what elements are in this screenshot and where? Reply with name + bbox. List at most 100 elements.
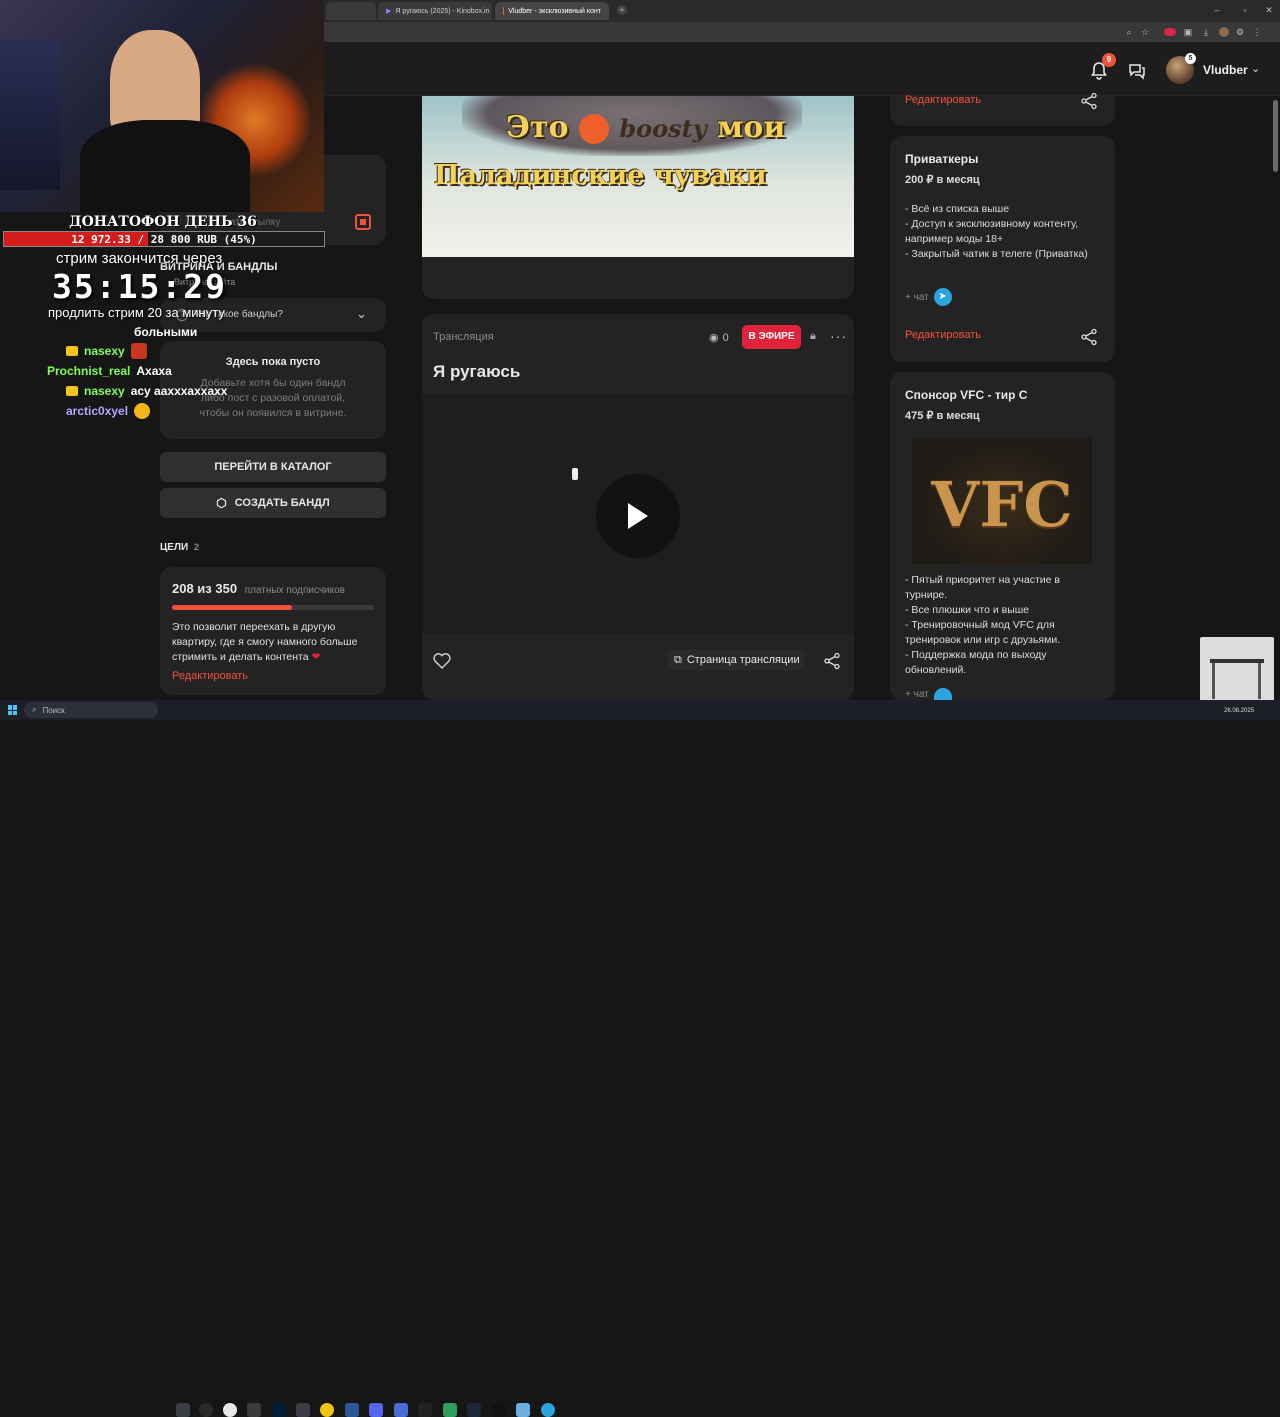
minimize-icon[interactable]: – [1212, 5, 1222, 15]
zoom-icon[interactable]: ⌕ [1124, 27, 1134, 37]
button-label: ПЕРЕЙТИ В КАТАЛОГ [214, 461, 332, 473]
tier-desc-line: - Пятый приоритет на участие в турнире. [905, 574, 1061, 601]
goal-edit-link[interactable]: Редактировать [172, 670, 248, 682]
donation-progress-text: 12 972.33 / 28 800 RUB (45%) [71, 233, 257, 246]
stream-page-button[interactable]: ⧉ Страница трансляции [668, 649, 804, 671]
app-icon[interactable] [369, 1403, 383, 1417]
tier-desc-line: - Закрытый чатик в телеге (Приватка) [905, 248, 1088, 260]
close-window-icon[interactable]: ✕ [1264, 5, 1274, 15]
settings-icon[interactable]: ⚙ [1235, 27, 1245, 37]
stream-timer: 35:15:29 [52, 267, 227, 306]
chat-text: асу аахххаххахх [130, 384, 228, 398]
chat-message: nasexy [66, 341, 246, 361]
share-icon[interactable] [1080, 92, 1098, 110]
post-type-label: Трансляция [433, 331, 494, 343]
browser-tab-kinobox[interactable]: ▶ Я ругаюсь (2025) - Kinobox.in [378, 2, 492, 20]
telegram-icon[interactable]: ➤ [933, 288, 952, 306]
chat-username: arctic0xyel [66, 404, 129, 418]
search-placeholder: Поиск [42, 705, 65, 715]
bookmark-star-icon[interactable]: ☆ [1140, 27, 1150, 37]
photoshop-icon[interactable] [272, 1403, 286, 1417]
chrome-icon[interactable] [320, 1403, 334, 1417]
tier-card-privatkery: Приваткеры 200 ₽ в месяц - Всё из списка… [890, 136, 1115, 362]
user-avatar[interactable]: 5 [1166, 53, 1196, 84]
messages-icon[interactable] [1126, 60, 1148, 82]
tier-card-top: Редактировать [890, 92, 1115, 126]
app-icon[interactable] [247, 1403, 261, 1417]
app-icon[interactable] [516, 1403, 530, 1417]
share-icon[interactable] [823, 652, 841, 670]
lock-icon[interactable]: 🔒︎ [810, 330, 816, 343]
windows-start-icon[interactable] [8, 705, 18, 715]
username[interactable]: Vludber [1203, 63, 1248, 77]
tier-edit-link[interactable]: Редактировать [905, 329, 981, 341]
new-tab-icon[interactable]: + [617, 5, 627, 15]
box-icon: ⬡ [216, 496, 227, 510]
goals-title: ЦЕЛИ 2 [160, 542, 199, 553]
extension-icon[interactable] [1164, 28, 1176, 36]
goals-label: ЦЕЛИ [160, 542, 189, 553]
profile-avatar-icon[interactable] [1219, 27, 1229, 37]
crown-badge-icon [66, 386, 78, 396]
notifications-bell-icon[interactable]: 9 [1088, 53, 1116, 82]
external-window-icon: ⧉ [674, 653, 682, 666]
chat-label: + чат [905, 291, 929, 303]
secondary-camera-overlay [1200, 637, 1274, 709]
goal-progress-line: 208 из 350 платных подписчиков [172, 581, 345, 596]
chat-message: больными [134, 323, 246, 341]
chat-username: Prochnist_real [47, 364, 131, 378]
tier-price: 475 ₽ в месяц [905, 410, 980, 422]
task-view-icon[interactable] [176, 1403, 190, 1417]
boosty-logo-icon [578, 114, 609, 144]
extensions-puzzle-icon[interactable]: ▣ [1183, 27, 1193, 37]
app-icon[interactable] [443, 1403, 457, 1417]
page-scrollbar[interactable] [1273, 100, 1278, 172]
app-icon[interactable] [394, 1403, 408, 1417]
tier-desc-line: - Поддержка мода по выходу обновлений. [905, 649, 1047, 676]
goal-progress-fill [172, 605, 292, 610]
qr-code-icon[interactable] [355, 214, 371, 230]
tab-label: Я ругаюсь (2025) - Kinobox.in [395, 7, 490, 15]
video-player[interactable] [422, 394, 854, 634]
menu-dots-icon[interactable]: ⋮ [1252, 27, 1262, 37]
tier-desc-line: - Тренировочный мод VFC для тренировок и… [905, 619, 1061, 646]
telegram-icon[interactable] [541, 1403, 555, 1417]
app-icon[interactable] [418, 1403, 432, 1417]
extend-stream-text: продлить стрим 20 за минуту [48, 305, 225, 320]
views-counter: ◉ 0 [709, 331, 729, 345]
like-heart-icon[interactable] [432, 651, 452, 671]
goal-card: 208 из 350 платных подписчиков Это позво… [160, 567, 386, 695]
chat-message: Prochnist_real Ахаха [47, 361, 246, 381]
maximize-icon[interactable]: ▫ [1240, 5, 1250, 15]
goal-progress: 208 из 350 [172, 581, 238, 596]
share-icon[interactable] [1080, 328, 1098, 346]
tier-desc-line: - Всё из списка выше [905, 203, 1010, 215]
tier-edit-link[interactable]: Редактировать [905, 94, 981, 106]
chevron-down-icon[interactable]: ⌄ [1251, 62, 1260, 75]
browser-tab-boosty[interactable]: Vludber - эксклюзивный конт [495, 2, 609, 20]
goal-description: Это позволит переехать в другую квартиру… [172, 620, 377, 665]
boosty-favicon-icon [503, 7, 505, 15]
create-bundle-button[interactable]: ⬡ СОЗДАТЬ БАНДЛ [160, 488, 386, 518]
steam-icon[interactable] [467, 1403, 481, 1417]
image-text: Это [506, 110, 569, 145]
download-icon[interactable]: ⤓ [1201, 27, 1211, 37]
obs-icon[interactable] [199, 1403, 213, 1417]
tier-name: Спонсор VFC - тир C [905, 388, 1028, 402]
desk-shape [1210, 659, 1264, 663]
taskbar-search[interactable]: ⌕ Поиск [24, 702, 158, 718]
live-badge: В ЭФИРЕ [742, 325, 801, 349]
post-image[interactable]: Это boosty мои Паладинские чуваки [422, 96, 854, 257]
app-icon[interactable] [345, 1403, 359, 1417]
desk-leg [1258, 663, 1261, 699]
telegram-icon[interactable] [933, 688, 952, 700]
app-icon[interactable] [296, 1403, 310, 1417]
browser-tab-hidden[interactable] [326, 2, 376, 20]
play-button[interactable] [596, 474, 680, 558]
yandex-browser-icon[interactable] [223, 1403, 237, 1417]
more-options-icon[interactable]: ··· [830, 328, 847, 344]
goal-unit: платных подписчиков [244, 585, 345, 596]
webcam-overlay [0, 0, 324, 212]
terminal-icon[interactable] [492, 1403, 506, 1417]
go-to-catalog-button[interactable]: ПЕРЕЙТИ В КАТАЛОГ [160, 452, 386, 482]
